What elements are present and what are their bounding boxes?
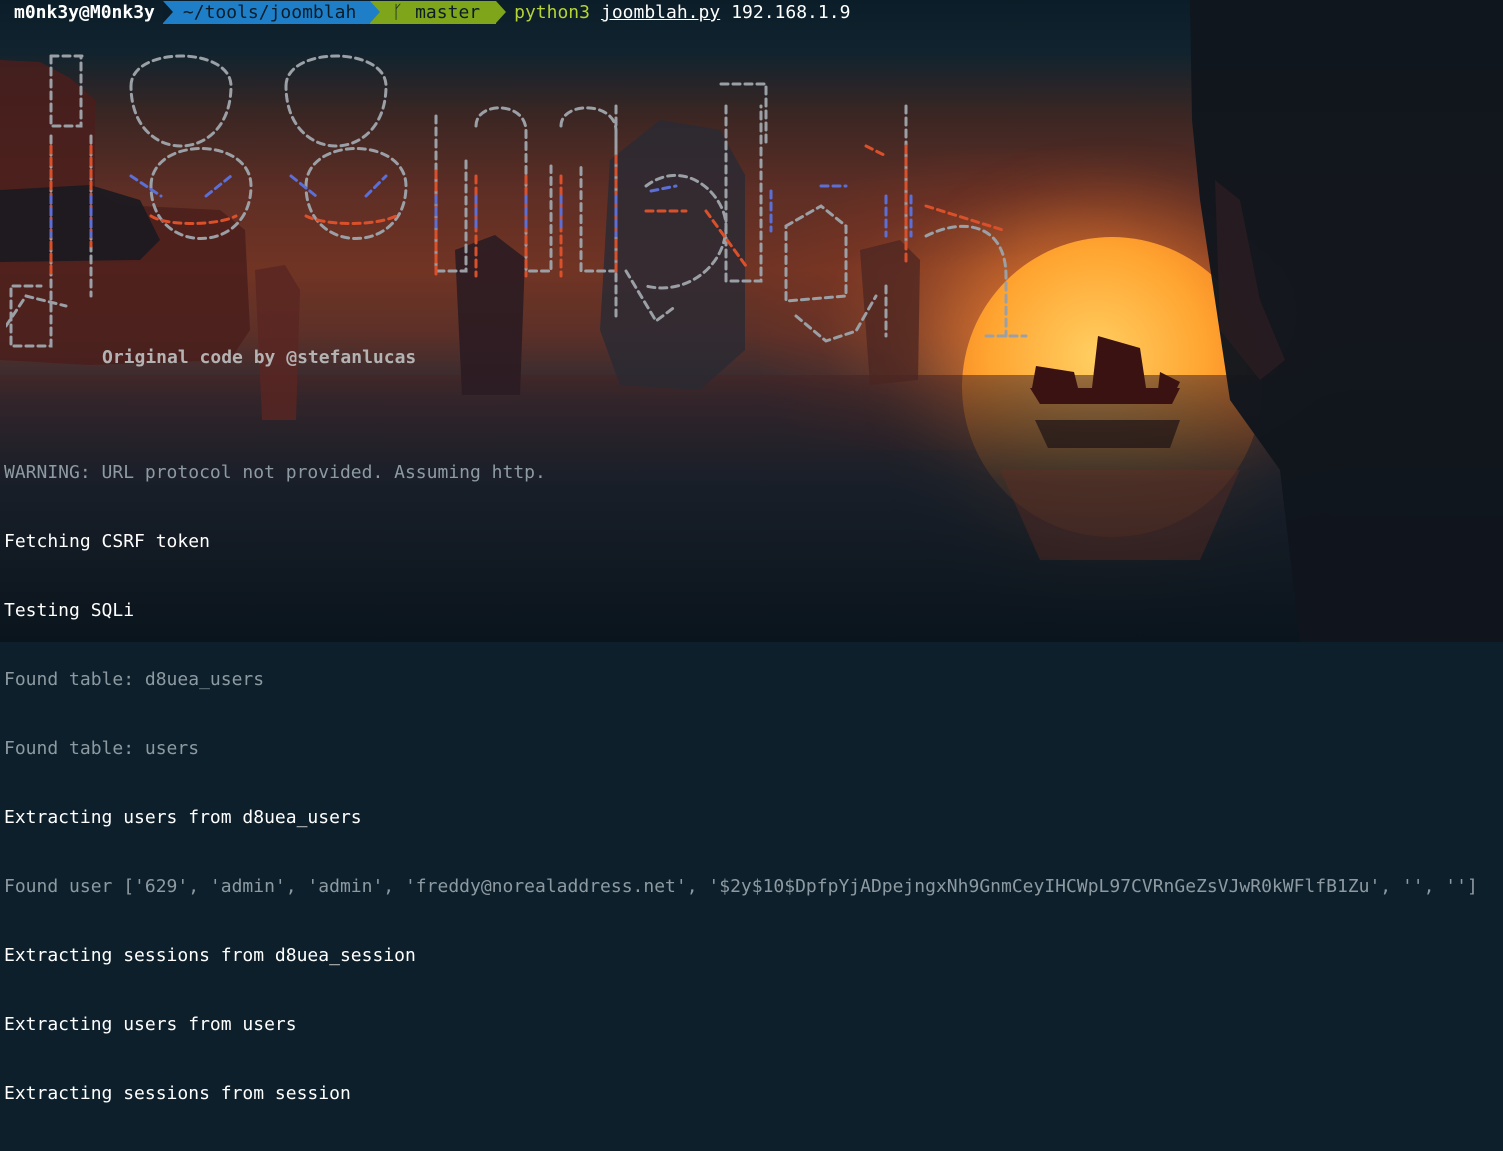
banner-credit: Original code by @stefanlucas [102,347,417,368]
prompt-path-segment: ~/tools/joomblah [162,1,381,24]
command-script[interactable]: joomblah.py [590,1,720,24]
output-line: Found table: d8uea_users [4,669,265,690]
prompt-user-host: m0nk3y@M0nk3y [14,2,155,23]
prompt-branch: master [415,2,481,23]
command-argument: 192.168.1.9 [731,2,851,23]
output-line: WARNING: URL protocol not provided. Assu… [4,462,546,483]
terminal-output: WARNING: URL protocol not provided. Assu… [4,415,1478,1151]
output-line: Extracting users from users [4,1014,297,1035]
output-line: Found table: users [4,738,200,759]
output-line: Extracting sessions from session [4,1083,351,1104]
banner-letter-o-1 [129,54,253,240]
prompt-path: ~/tools/joomblah [182,2,357,23]
banner-letter-j [6,54,93,348]
git-branch-icon: ᚴ [392,2,404,23]
ascii-art-banner [6,54,1028,348]
command-name: python3 [514,2,590,23]
shell-prompt: m0nk3y@M0nk3y ~/tools/joomblah ᚴ master … [0,1,850,24]
banner-blue-layer [49,174,913,238]
output-line: Extracting sessions from d8uea_session [4,945,416,966]
terminal-window[interactable]: m0nk3y@M0nk3y ~/tools/joomblah ᚴ master … [0,0,1503,1104]
output-line: Fetching CSRF token [4,531,210,552]
banner-letter-l [719,82,768,283]
banner-letter-o-2 [284,54,408,240]
output-line: Extracting users from d8uea_users [4,807,362,828]
prompt-git-segment: ᚴ master [370,1,506,24]
banner-orange-layer [49,144,1008,278]
output-line: Found user ['629', 'admin', 'admin', 'fr… [4,876,1478,897]
output-line: Testing SQLi [4,600,135,621]
banner-letter-a [784,204,878,343]
